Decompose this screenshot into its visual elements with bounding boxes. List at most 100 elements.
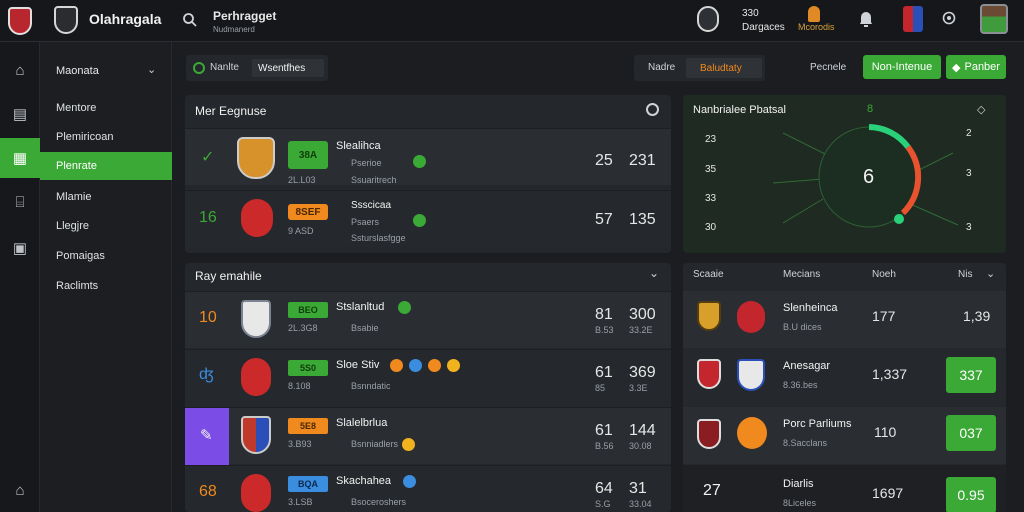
row-lead: 16 — [199, 209, 217, 226]
club-crest-icon — [54, 6, 78, 34]
row-lead: 68 — [199, 483, 217, 500]
chevron-down-icon[interactable]: ⌄ — [147, 63, 156, 76]
sidebar-item-llegjre[interactable]: Llegjre — [40, 212, 172, 240]
opponent-crest — [737, 359, 765, 391]
gauge-handle — [894, 214, 904, 224]
menu-group-label[interactable]: Maonata — [56, 65, 99, 77]
user-avatar[interactable] — [980, 4, 1008, 34]
fire-icon[interactable] — [808, 6, 820, 22]
search-icon[interactable] — [180, 10, 200, 30]
play-row[interactable]: 68 BQA 3.LSB Skachahea Bsoceroshers 64 3… — [185, 465, 671, 512]
primary-button[interactable]: Non-Intenue — [863, 55, 941, 79]
score-a: 81 — [595, 306, 613, 323]
player-detail: Pserioe — [351, 158, 382, 168]
mode-chip[interactable]: Nadre Baludtaty — [634, 55, 765, 81]
player-detail: Bsoceroshers — [351, 497, 407, 507]
edit-icon[interactable]: ✎ — [200, 426, 213, 444]
rating-badge: BQA — [288, 476, 328, 492]
match-name: Anesagar — [783, 360, 831, 372]
team-icon — [403, 475, 416, 488]
rail-help-icon[interactable]: ⌂ — [0, 470, 40, 510]
match-odds-button[interactable]: 037 — [946, 415, 996, 451]
sidebar-item-mentore[interactable]: Mentore — [40, 94, 172, 122]
stats-header-value: Noeh — [872, 269, 896, 280]
axis-right-0: 2 — [966, 128, 972, 139]
opponent-crest — [737, 417, 767, 449]
online-icon — [193, 62, 205, 74]
rail-matches-icon[interactable]: ▤ — [0, 94, 40, 134]
player-avatar — [237, 137, 275, 179]
axis-left-3: 30 — [705, 222, 717, 233]
status-label-top: 330 — [742, 8, 759, 19]
team-flag-icon[interactable] — [903, 6, 923, 32]
trend-icon[interactable]: ✓ — [201, 147, 214, 167]
live-row[interactable]: 16 8SEF 9 ASD Ssscicaa Psaers Ssturslasf… — [185, 190, 671, 247]
settings-icon[interactable] — [939, 8, 959, 28]
rail-stats-icon[interactable]: ▦ — [0, 138, 40, 178]
notification-icon[interactable] — [856, 8, 876, 30]
rail-home-icon[interactable]: ⌂ — [0, 50, 40, 90]
score-sub-b: 30.08 — [629, 441, 652, 451]
refresh-icon[interactable] — [646, 103, 659, 116]
play-row[interactable]: 10 BEO 2L.3G8 Stslanltud Bsabie 81 300 B… — [185, 291, 671, 348]
filter-chip[interactable]: Nanlte Wsentfhes — [186, 55, 328, 81]
play-row[interactable]: ✎ 5E8 3.B93 Slalelbrlua Bsnniadlers 61 1… — [185, 407, 671, 466]
rating-sub: 2L.L03 — [288, 175, 316, 185]
status-label: Pecnele — [810, 62, 847, 73]
sidebar-item-plemiricoan[interactable]: Plemiricoan — [40, 123, 172, 151]
rail-bank-icon[interactable]: ⌸ — [0, 182, 40, 222]
axis-right-2: 3 — [966, 222, 972, 233]
row-lead: 10 — [199, 309, 217, 326]
sidebar-item-plenrate[interactable]: Plenrate — [40, 152, 172, 180]
search-title[interactable]: Perhragget — [213, 9, 276, 23]
team-crest — [697, 419, 721, 449]
search-subtitle: Nudmanerd — [213, 25, 255, 34]
axis-left-1: 35 — [705, 164, 717, 175]
match-odds-button[interactable]: 0.95 — [946, 477, 996, 512]
sidebar-item-raclimts[interactable]: Raclimts — [40, 272, 172, 300]
rail-cards-icon[interactable]: ▣ — [0, 228, 40, 268]
team-crest — [697, 359, 721, 389]
expand-icon[interactable]: ◇ — [977, 103, 985, 116]
match-sub: 8.36.bes — [783, 380, 818, 390]
filter-value[interactable]: Wsentfhes — [252, 59, 324, 77]
rating-sub: 8.108 — [288, 381, 311, 391]
match-value: 1697 — [872, 485, 904, 501]
play-row[interactable]: ʤ 5S0 8.108 Sloe Stiv Bsnndatic 61 369 8… — [185, 349, 671, 406]
gauge-value: 6 — [863, 166, 875, 188]
score-sub-b: 3.3E — [629, 383, 648, 393]
score-a: 64 — [595, 480, 613, 497]
stats-row[interactable]: Porc Parliums 8.Sacclans 110 037 — [683, 407, 1006, 464]
trophy-icon[interactable] — [697, 6, 719, 32]
gauge-panel: Nanbrialee Pbatsal 8 ◇ 23 35 33 30 2 3 3… — [683, 95, 1006, 253]
score-a: 61 — [595, 422, 613, 439]
stats-row[interactable]: Slenheinca B.U dices 177 1,39 — [683, 291, 1006, 348]
team-icon-4 — [447, 359, 460, 372]
stats-row[interactable]: 27 Diarlis 8Liceles 1697 0.95 — [683, 465, 1006, 512]
secondary-button[interactable]: ◆ Panber — [946, 55, 1006, 79]
axis-left-0: 23 — [705, 134, 717, 145]
player-name: Slalelbrlua — [336, 417, 388, 429]
stats-header-name: Mecians — [783, 269, 821, 280]
team-crest — [697, 301, 721, 331]
app-logo-icon[interactable] — [8, 7, 32, 35]
player-detail-2: Ssturslasfgge — [351, 233, 406, 243]
sidebar-item-pomaigas[interactable]: Pomaigas — [40, 242, 172, 270]
score-b: 144 — [629, 422, 656, 439]
match-odds[interactable]: 1,39 — [963, 308, 990, 324]
link-icon[interactable]: ʤ — [199, 366, 214, 384]
sidebar-item-mlamie[interactable]: Mlamie — [40, 183, 172, 211]
score-sub-a: S.G — [595, 499, 611, 509]
chevron-down-icon[interactable]: ⌄ — [986, 267, 995, 280]
live-row[interactable]: ✓ 38A 2L.L03 Slealihca Pserioe Ssuaritre… — [185, 128, 671, 185]
score-sub-b: 33.04 — [629, 499, 652, 509]
player-avatar — [241, 358, 271, 396]
score-sub-b: 33.2E — [629, 325, 653, 335]
mode-value[interactable]: Baludtaty — [686, 58, 762, 78]
team-crest — [241, 416, 271, 454]
chevron-down-icon[interactable]: ⌄ — [649, 266, 659, 280]
stats-header-odds: Nis — [958, 269, 973, 280]
match-odds-button[interactable]: 337 — [946, 357, 996, 393]
stats-row[interactable]: Anesagar 8.36.bes 1,337 337 — [683, 349, 1006, 406]
score-a: 57 — [595, 211, 613, 228]
